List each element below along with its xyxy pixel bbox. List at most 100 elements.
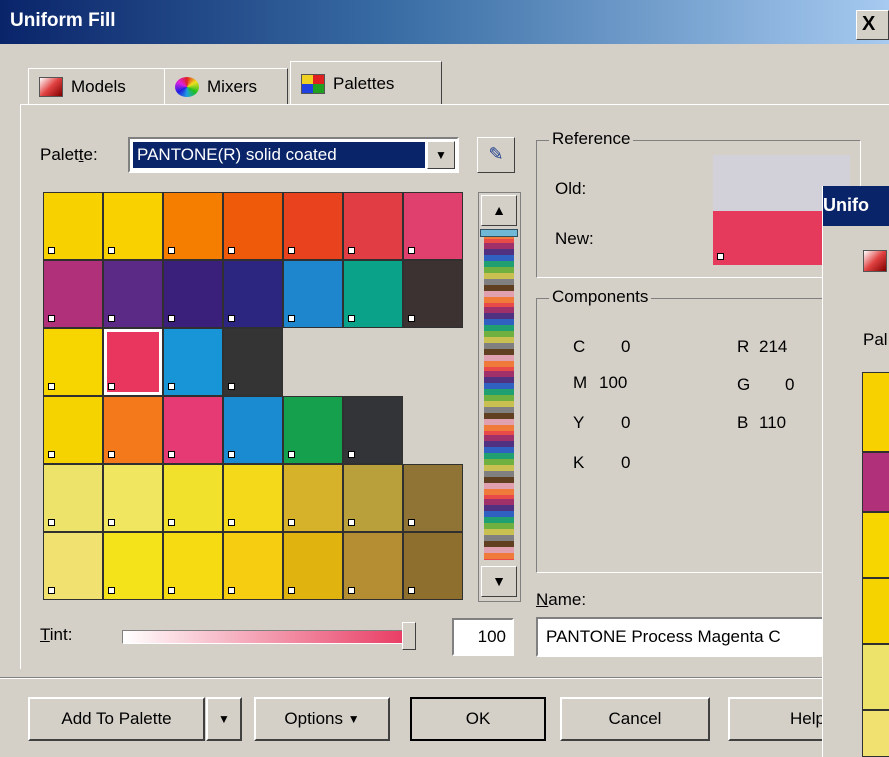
m-label: M — [573, 373, 588, 392]
reference-group: Reference Old: New: — [536, 129, 861, 278]
palette-swatch[interactable] — [103, 464, 163, 532]
palette-swatch[interactable] — [403, 192, 463, 260]
palette-swatch[interactable] — [343, 396, 403, 464]
palette-marker — [348, 519, 355, 526]
palette-marker — [348, 247, 355, 254]
palette-swatch[interactable] — [43, 328, 103, 396]
tab-mixers-label: Mixers — [207, 76, 258, 96]
palette-marker — [108, 451, 115, 458]
palette-marker — [228, 587, 235, 594]
tab-palettes-label: Palettes — [333, 73, 395, 93]
palette-marker — [408, 587, 415, 594]
palette-marker — [348, 315, 355, 322]
second-window-title: Unifo — [823, 195, 869, 215]
options-button[interactable]: Options ▼ — [254, 697, 390, 741]
palette-marker — [108, 383, 115, 390]
components-group: Components C 0 M 100 Y 0 K 0 R 214 G 0 B… — [536, 287, 861, 573]
palette-swatch[interactable] — [223, 328, 283, 396]
y-value: 0 — [621, 413, 631, 432]
palette-swatch[interactable] — [403, 532, 463, 600]
scroll-thumb[interactable] — [480, 229, 518, 237]
tint-value-field[interactable]: 100 — [452, 618, 514, 656]
tint-slider[interactable] — [122, 630, 415, 644]
palette-swatch[interactable] — [283, 260, 343, 328]
second-swatch[interactable] — [862, 372, 889, 452]
palette-marker — [348, 451, 355, 458]
chevron-down-icon[interactable]: ▼ — [427, 141, 455, 169]
palette-marker — [228, 383, 235, 390]
palette-swatch[interactable] — [43, 464, 103, 532]
scroll-down-button[interactable]: ▼ — [481, 566, 517, 597]
name-label: Name: — [536, 590, 587, 609]
palette-swatch[interactable] — [403, 464, 463, 532]
palette-swatch[interactable] — [283, 396, 343, 464]
palette-swatch[interactable] — [283, 532, 343, 600]
ok-button[interactable]: OK — [410, 697, 546, 741]
palette-swatch[interactable] — [103, 328, 163, 396]
add-to-palette-dropdown-button[interactable]: ▼ — [206, 697, 242, 741]
palette-marker — [408, 519, 415, 526]
palette-marker — [108, 587, 115, 594]
palette-swatch[interactable] — [163, 328, 223, 396]
palette-marker — [348, 587, 355, 594]
palette-swatch[interactable] — [283, 192, 343, 260]
palette-marker — [228, 247, 235, 254]
palette-swatch[interactable] — [163, 192, 223, 260]
tab-models-label: Models — [71, 76, 126, 96]
palette-swatch[interactable] — [223, 260, 283, 328]
palette-swatch[interactable] — [43, 192, 103, 260]
second-swatch[interactable] — [862, 512, 889, 578]
palette-swatch[interactable] — [163, 532, 223, 600]
palette-swatch[interactable] — [223, 396, 283, 464]
palette-marker — [48, 451, 55, 458]
palette-scrollbar[interactable]: ▲ ▼ — [478, 192, 521, 602]
palette-swatch[interactable] — [163, 396, 223, 464]
open-palette-icon[interactable]: ✎ — [477, 137, 515, 173]
palette-swatch[interactable] — [43, 260, 103, 328]
palette-swatch[interactable] — [223, 532, 283, 600]
palette-swatch[interactable] — [343, 192, 403, 260]
tab-mixers[interactable]: Mixers — [164, 68, 288, 104]
c-value: 0 — [621, 337, 631, 356]
tint-slider-thumb[interactable] — [402, 622, 416, 650]
palette-swatch[interactable] — [343, 464, 403, 532]
title-bar: Uniform Fill X — [0, 0, 889, 44]
old-label: Old: — [555, 179, 587, 198]
palette-swatch[interactable] — [223, 464, 283, 532]
y-label: Y — [573, 413, 585, 432]
palette-swatch[interactable] — [403, 260, 463, 328]
second-swatch[interactable] — [862, 644, 889, 710]
palette-swatch[interactable] — [103, 396, 163, 464]
second-dialog: Unifo Pal — [822, 186, 889, 757]
palette-marker — [228, 315, 235, 322]
palette-swatch[interactable] — [103, 260, 163, 328]
add-to-palette-button[interactable]: Add To Palette — [28, 697, 205, 741]
palette-marker — [228, 451, 235, 458]
palette-dropdown[interactable]: PANTONE(R) solid coated ▼ — [128, 137, 459, 173]
scroll-up-button[interactable]: ▲ — [481, 195, 517, 226]
tab-palettes[interactable]: Palettes — [290, 61, 442, 105]
close-button[interactable]: X — [856, 10, 889, 40]
palette-swatch[interactable] — [283, 464, 343, 532]
palette-swatch[interactable] — [43, 396, 103, 464]
g-value: 0 — [785, 375, 795, 394]
palette-marker — [108, 315, 115, 322]
second-swatch[interactable] — [862, 452, 889, 512]
second-swatch[interactable] — [862, 578, 889, 644]
r-label: R — [737, 337, 750, 356]
second-swatch[interactable] — [862, 710, 889, 757]
palette-swatch[interactable] — [343, 260, 403, 328]
palette-swatch[interactable] — [343, 532, 403, 600]
second-title-bar: Unifo — [823, 186, 889, 226]
palette-swatch[interactable] — [163, 464, 223, 532]
name-field[interactable]: PANTONE Process Magenta C — [536, 617, 826, 657]
g-label: G — [737, 375, 751, 394]
palette-swatch[interactable] — [43, 532, 103, 600]
palette-swatch[interactable] — [103, 192, 163, 260]
palette-swatch[interactable] — [163, 260, 223, 328]
palette-swatch[interactable] — [103, 532, 163, 600]
cancel-button[interactable]: Cancel — [560, 697, 710, 741]
palette-swatch[interactable] — [223, 192, 283, 260]
tab-models[interactable]: Models — [28, 68, 166, 104]
palette-marker — [108, 519, 115, 526]
